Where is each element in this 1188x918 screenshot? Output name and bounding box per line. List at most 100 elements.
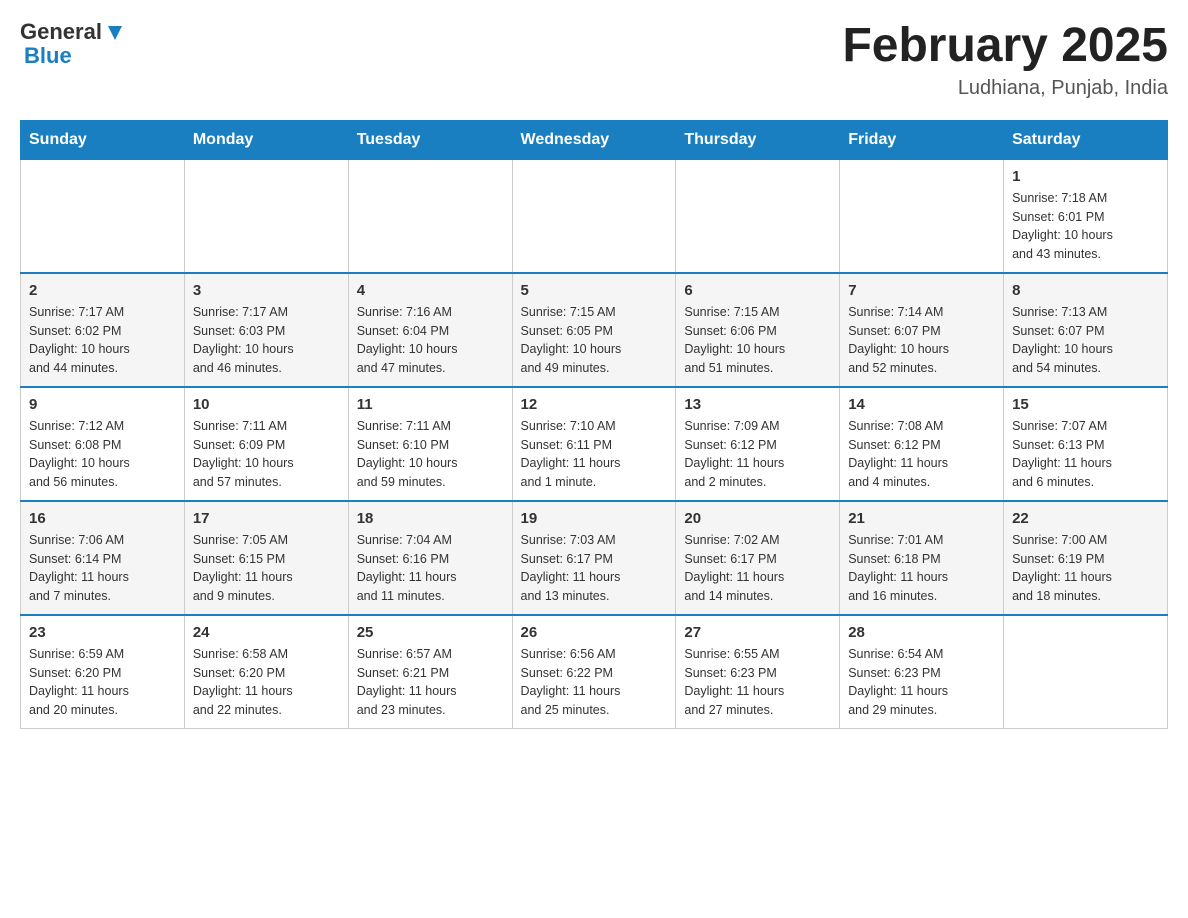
day-info: Sunrise: 6:57 AMSunset: 6:21 PMDaylight:…	[357, 645, 504, 720]
page-header: General Blue February 2025 Ludhiana, Pun…	[20, 20, 1168, 100]
day-number: 8	[1012, 282, 1159, 299]
calendar-cell: 15 Sunrise: 7:07 AMSunset: 6:13 PMDayligh…	[1004, 387, 1168, 501]
calendar-cell: 5 Sunrise: 7:15 AMSunset: 6:05 PMDaylight…	[512, 273, 676, 387]
day-number: 6	[684, 282, 831, 299]
day-info: Sunrise: 7:15 AMSunset: 6:05 PMDaylight:…	[521, 303, 668, 378]
day-info: Sunrise: 7:10 AMSunset: 6:11 PMDaylight:…	[521, 417, 668, 492]
day-of-week-header: Monday	[184, 120, 348, 159]
calendar-cell	[676, 159, 840, 273]
calendar-cell: 2 Sunrise: 7:17 AMSunset: 6:02 PMDaylight…	[21, 273, 185, 387]
calendar-cell: 1 Sunrise: 7:18 AMSunset: 6:01 PMDaylight…	[1004, 159, 1168, 273]
day-number: 10	[193, 396, 340, 413]
day-of-week-header: Wednesday	[512, 120, 676, 159]
logo: General Blue	[20, 20, 126, 68]
title-section: February 2025 Ludhiana, Punjab, India	[842, 20, 1168, 100]
calendar-cell: 18 Sunrise: 7:04 AMSunset: 6:16 PMDayligh…	[348, 501, 512, 615]
day-info: Sunrise: 6:56 AMSunset: 6:22 PMDaylight:…	[521, 645, 668, 720]
month-title: February 2025	[842, 20, 1168, 73]
day-info: Sunrise: 6:58 AMSunset: 6:20 PMDaylight:…	[193, 645, 340, 720]
calendar-cell: 9 Sunrise: 7:12 AMSunset: 6:08 PMDaylight…	[21, 387, 185, 501]
day-info: Sunrise: 7:03 AMSunset: 6:17 PMDaylight:…	[521, 531, 668, 606]
calendar-cell	[1004, 615, 1168, 729]
day-info: Sunrise: 6:59 AMSunset: 6:20 PMDaylight:…	[29, 645, 176, 720]
day-number: 13	[684, 396, 831, 413]
calendar-cell: 17 Sunrise: 7:05 AMSunset: 6:15 PMDayligh…	[184, 501, 348, 615]
day-number: 4	[357, 282, 504, 299]
calendar-cell	[348, 159, 512, 273]
calendar-cell: 24Sunrise: 6:58 AMSunset: 6:20 PMDayligh…	[184, 615, 348, 729]
logo-blue-text: Blue	[24, 44, 126, 68]
calendar-cell: 11 Sunrise: 7:11 AMSunset: 6:10 PMDayligh…	[348, 387, 512, 501]
day-info: Sunrise: 7:08 AMSunset: 6:12 PMDaylight:…	[848, 417, 995, 492]
calendar-cell: 4Sunrise: 7:16 AMSunset: 6:04 PMDaylight…	[348, 273, 512, 387]
day-info: Sunrise: 7:12 AMSunset: 6:08 PMDaylight:…	[29, 417, 176, 492]
calendar-cell: 27Sunrise: 6:55 AMSunset: 6:23 PMDayligh…	[676, 615, 840, 729]
day-info: Sunrise: 7:13 AMSunset: 6:07 PMDaylight:…	[1012, 303, 1159, 378]
day-info: Sunrise: 7:02 AMSunset: 6:17 PMDaylight:…	[684, 531, 831, 606]
day-number: 1	[1012, 168, 1159, 185]
calendar-cell: 12 Sunrise: 7:10 AMSunset: 6:11 PMDayligh…	[512, 387, 676, 501]
calendar-table: SundayMondayTuesdayWednesdayThursdayFrid…	[20, 120, 1168, 729]
calendar-cell	[21, 159, 185, 273]
day-number: 28	[848, 624, 995, 641]
day-number: 17	[193, 510, 340, 527]
day-number: 20	[684, 510, 831, 527]
calendar-header-row: SundayMondayTuesdayWednesdayThursdayFrid…	[21, 120, 1168, 159]
day-info: Sunrise: 7:07 AMSunset: 6:13 PMDaylight:…	[1012, 417, 1159, 492]
day-number: 5	[521, 282, 668, 299]
calendar-cell: 13 Sunrise: 7:09 AMSunset: 6:12 PMDayligh…	[676, 387, 840, 501]
day-of-week-header: Sunday	[21, 120, 185, 159]
day-info: Sunrise: 7:11 AMSunset: 6:10 PMDaylight:…	[357, 417, 504, 492]
day-number: 22	[1012, 510, 1159, 527]
calendar-cell: 10 Sunrise: 7:11 AMSunset: 6:09 PMDayligh…	[184, 387, 348, 501]
day-of-week-header: Tuesday	[348, 120, 512, 159]
day-info: Sunrise: 7:05 AMSunset: 6:15 PMDaylight:…	[193, 531, 340, 606]
calendar-cell	[512, 159, 676, 273]
day-number: 23	[29, 624, 176, 641]
day-info: Sunrise: 7:09 AMSunset: 6:12 PMDaylight:…	[684, 417, 831, 492]
calendar-cell: 3 Sunrise: 7:17 AMSunset: 6:03 PMDaylight…	[184, 273, 348, 387]
calendar-cell: 8 Sunrise: 7:13 AMSunset: 6:07 PMDaylight…	[1004, 273, 1168, 387]
calendar-cell: 19 Sunrise: 7:03 AMSunset: 6:17 PMDayligh…	[512, 501, 676, 615]
day-number: 18	[357, 510, 504, 527]
day-number: 26	[521, 624, 668, 641]
calendar-cell: 25 Sunrise: 6:57 AMSunset: 6:21 PMDayligh…	[348, 615, 512, 729]
day-number: 27	[684, 624, 831, 641]
calendar-cell	[184, 159, 348, 273]
calendar-cell: 26 Sunrise: 6:56 AMSunset: 6:22 PMDayligh…	[512, 615, 676, 729]
day-number: 2	[29, 282, 176, 299]
calendar-cell: 21 Sunrise: 7:01 AMSunset: 6:18 PMDayligh…	[840, 501, 1004, 615]
calendar-cell	[840, 159, 1004, 273]
calendar-cell: 7Sunrise: 7:14 AMSunset: 6:07 PMDaylight…	[840, 273, 1004, 387]
day-info: Sunrise: 7:15 AMSunset: 6:06 PMDaylight:…	[684, 303, 831, 378]
logo-general-text: General	[20, 20, 102, 44]
day-of-week-header: Friday	[840, 120, 1004, 159]
day-info: Sunrise: 7:17 AMSunset: 6:03 PMDaylight:…	[193, 303, 340, 378]
calendar-cell: 16Sunrise: 7:06 AMSunset: 6:14 PMDayligh…	[21, 501, 185, 615]
day-number: 3	[193, 282, 340, 299]
day-number: 12	[521, 396, 668, 413]
calendar-cell: 22Sunrise: 7:00 AMSunset: 6:19 PMDayligh…	[1004, 501, 1168, 615]
day-info: Sunrise: 7:14 AMSunset: 6:07 PMDaylight:…	[848, 303, 995, 378]
day-info: Sunrise: 6:54 AMSunset: 6:23 PMDaylight:…	[848, 645, 995, 720]
day-number: 25	[357, 624, 504, 641]
day-number: 21	[848, 510, 995, 527]
location-text: Ludhiana, Punjab, India	[842, 77, 1168, 100]
calendar-cell: 6 Sunrise: 7:15 AMSunset: 6:06 PMDaylight…	[676, 273, 840, 387]
day-number: 19	[521, 510, 668, 527]
day-number: 11	[357, 396, 504, 413]
day-number: 14	[848, 396, 995, 413]
day-info: Sunrise: 7:04 AMSunset: 6:16 PMDaylight:…	[357, 531, 504, 606]
day-info: Sunrise: 7:17 AMSunset: 6:02 PMDaylight:…	[29, 303, 176, 378]
logo-triangle-icon	[104, 22, 126, 44]
day-info: Sunrise: 7:18 AMSunset: 6:01 PMDaylight:…	[1012, 189, 1159, 264]
day-info: Sunrise: 7:01 AMSunset: 6:18 PMDaylight:…	[848, 531, 995, 606]
day-number: 15	[1012, 396, 1159, 413]
day-number: 16	[29, 510, 176, 527]
day-info: Sunrise: 7:11 AMSunset: 6:09 PMDaylight:…	[193, 417, 340, 492]
calendar-cell: 20 Sunrise: 7:02 AMSunset: 6:17 PMDayligh…	[676, 501, 840, 615]
calendar-cell: 23 Sunrise: 6:59 AMSunset: 6:20 PMDayligh…	[21, 615, 185, 729]
day-number: 9	[29, 396, 176, 413]
calendar-cell: 28 Sunrise: 6:54 AMSunset: 6:23 PMDayligh…	[840, 615, 1004, 729]
calendar-cell: 14 Sunrise: 7:08 AMSunset: 6:12 PMDayligh…	[840, 387, 1004, 501]
